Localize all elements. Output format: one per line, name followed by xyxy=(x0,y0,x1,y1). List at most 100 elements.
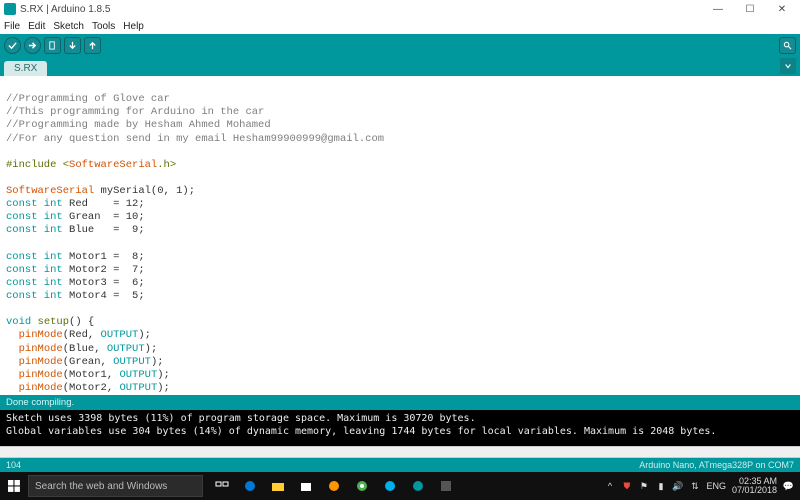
status-message: Done compiling. xyxy=(6,397,74,408)
menu-edit[interactable]: Edit xyxy=(28,21,45,32)
code-token: const int xyxy=(6,198,63,210)
code-token: pinMode xyxy=(19,356,63,368)
serial-monitor-button[interactable] xyxy=(779,37,796,54)
verify-button[interactable] xyxy=(4,37,21,54)
tray-flag-icon[interactable]: ⚑ xyxy=(638,481,649,492)
app-icon-generic[interactable] xyxy=(433,472,459,500)
code-token: OUTPUT xyxy=(101,329,139,341)
save-button[interactable] xyxy=(84,37,101,54)
code-token: OUTPUT xyxy=(119,382,157,394)
arduino-app-icon[interactable] xyxy=(405,472,431,500)
menubar: File Edit Sketch Tools Help xyxy=(0,18,800,34)
code-token: .h> xyxy=(157,159,176,171)
menu-file[interactable]: File xyxy=(4,21,20,32)
footer-bar: 104 Arduino Nano, ATmega328P on COM7 xyxy=(0,458,800,472)
code-token: pinMode xyxy=(19,329,63,341)
menu-sketch[interactable]: Sketch xyxy=(53,21,84,32)
code-token: ); xyxy=(138,329,151,341)
code-token: const int xyxy=(6,277,63,289)
code-token: (Blue, xyxy=(63,343,107,355)
chrome-icon[interactable] xyxy=(349,472,375,500)
code-token: setup xyxy=(31,316,69,328)
code-token: ); xyxy=(157,382,170,394)
code-token: void xyxy=(6,316,31,328)
window-titlebar: S.RX | Arduino 1.8.5 — ☐ ✕ xyxy=(0,0,800,18)
tab-sketch[interactable]: S.RX xyxy=(4,61,47,76)
search-input[interactable]: Search the web and Windows xyxy=(28,475,203,497)
code-line: //This programming for Arduino in the ca… xyxy=(6,106,264,118)
code-line: //For any question send in my email Hesh… xyxy=(6,133,384,145)
tray-language[interactable]: ENG xyxy=(706,481,726,491)
console-line: Sketch uses 3398 bytes (11%) of program … xyxy=(6,413,794,426)
code-token: (Grean, xyxy=(63,356,113,368)
code-token: mySerial(0, 1); xyxy=(94,185,195,197)
code-token: (Motor2, xyxy=(63,382,120,394)
code-token: const int xyxy=(6,224,63,236)
code-token: Motor2 = 7; xyxy=(63,264,145,276)
console-line: Global variables use 304 bytes (14%) of … xyxy=(6,426,794,439)
code-token: const int xyxy=(6,211,63,223)
code-token: Motor1 = 8; xyxy=(63,251,145,263)
store-icon[interactable] xyxy=(293,472,319,500)
code-token: #include < xyxy=(6,159,69,171)
tab-menu-button[interactable] xyxy=(780,58,796,74)
window-title: S.RX | Arduino 1.8.5 xyxy=(20,4,706,15)
upload-button[interactable] xyxy=(24,37,41,54)
taskbar-apps xyxy=(209,472,459,500)
tray-volume-icon[interactable]: 🔊 xyxy=(672,481,683,492)
tray-clock[interactable]: 02:35 AM 07/01/2018 xyxy=(732,477,777,495)
minimize-button[interactable]: — xyxy=(706,4,730,15)
line-number: 104 xyxy=(6,460,21,470)
code-line: //Programming of Glove car xyxy=(6,93,170,105)
code-token: pinMode xyxy=(19,343,63,355)
console-output[interactable]: Sketch uses 3398 bytes (11%) of program … xyxy=(0,410,800,446)
code-token: OUTPUT xyxy=(113,356,151,368)
windows-taskbar: Search the web and Windows ^ ⛊ ⚑ ▮ 🔊 ⇅ E… xyxy=(0,472,800,500)
code-token: pinMode xyxy=(19,369,63,381)
code-token: (Motor1, xyxy=(63,369,120,381)
code-token: ); xyxy=(145,343,158,355)
code-token: () { xyxy=(69,316,94,328)
code-token: SoftwareSerial xyxy=(69,159,157,171)
code-token: pinMode xyxy=(19,382,63,394)
toolbar xyxy=(0,34,800,56)
code-token: OUTPUT xyxy=(107,343,145,355)
status-bar: Done compiling. xyxy=(0,395,800,410)
code-token: ); xyxy=(157,369,170,381)
system-tray: ^ ⛊ ⚑ ▮ 🔊 ⇅ ENG 02:35 AM 07/01/2018 💬 xyxy=(598,477,800,495)
close-button[interactable]: ✕ xyxy=(770,4,794,15)
code-token: const int xyxy=(6,290,63,302)
menu-help[interactable]: Help xyxy=(123,21,144,32)
code-token: Red = 12; xyxy=(63,198,145,210)
tray-notifications-icon[interactable]: 💬 xyxy=(783,481,794,492)
menu-tools[interactable]: Tools xyxy=(92,21,115,32)
open-button[interactable] xyxy=(64,37,81,54)
edge-icon[interactable] xyxy=(237,472,263,500)
start-button[interactable] xyxy=(0,472,28,500)
board-info: Arduino Nano, ATmega328P on COM7 xyxy=(639,460,794,470)
code-token: ); xyxy=(151,356,164,368)
firefox-icon[interactable] xyxy=(321,472,347,500)
code-token: const int xyxy=(6,264,63,276)
tray-battery-icon[interactable]: ▮ xyxy=(655,481,666,492)
app-icon xyxy=(4,3,16,15)
task-view-icon[interactable] xyxy=(209,472,235,500)
code-editor[interactable]: //Programming of Glove car //This progra… xyxy=(0,76,800,395)
code-token: SoftwareSerial xyxy=(6,185,94,197)
code-line: //Programming made by Hesham Ahmed Moham… xyxy=(6,119,271,131)
new-button[interactable] xyxy=(44,37,61,54)
tray-chevron-icon[interactable]: ^ xyxy=(604,481,615,492)
maximize-button[interactable]: ☐ xyxy=(738,4,762,15)
skype-icon[interactable] xyxy=(377,472,403,500)
code-token: Grean = 10; xyxy=(63,211,145,223)
tab-row: S.RX xyxy=(0,56,800,76)
code-token: const int xyxy=(6,251,63,263)
code-token: Motor3 = 6; xyxy=(63,277,145,289)
tray-network-icon[interactable]: ⇅ xyxy=(689,481,700,492)
code-token: Blue = 9; xyxy=(63,224,145,236)
explorer-icon[interactable] xyxy=(265,472,291,500)
code-token: OUTPUT xyxy=(119,369,157,381)
code-token: Motor4 = 5; xyxy=(63,290,145,302)
horizontal-scrollbar[interactable] xyxy=(0,446,800,458)
tray-shield-icon[interactable]: ⛊ xyxy=(621,481,632,492)
